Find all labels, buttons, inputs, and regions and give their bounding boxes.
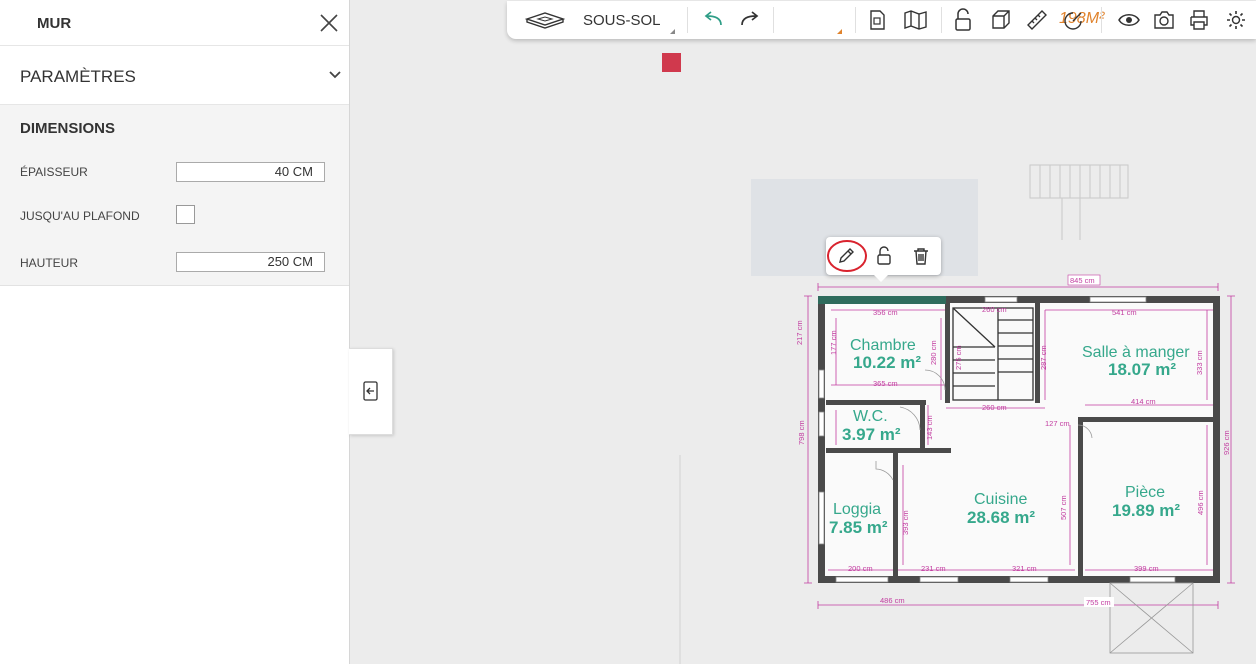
dim-260-top: 260 cm <box>982 305 1007 314</box>
room-name-chambre: Chambre <box>850 337 916 354</box>
edit-pencil-icon[interactable] <box>826 237 870 275</box>
dim-275: 275 cm <box>954 345 963 370</box>
dim-200: 200 cm <box>848 564 873 573</box>
room-area-cuisine: 28.68 m² <box>967 508 1035 527</box>
room-name-cuisine: Cuisine <box>974 491 1027 508</box>
room-name-piece: Pièce <box>1125 484 1165 501</box>
dim-143: 143 cm <box>925 415 934 440</box>
room-name-wc: W.C. <box>853 408 888 425</box>
room-area-chambre: 10.22 m² <box>853 353 921 372</box>
wall-context-menu <box>826 237 941 275</box>
unlock-icon[interactable] <box>876 246 892 266</box>
dim-127: 127 cm <box>1045 419 1070 428</box>
dim-541: 541 cm <box>1112 308 1137 317</box>
dim-333: 333 cm <box>1195 350 1204 375</box>
dim-755: 755 cm <box>1086 598 1111 607</box>
floorplan-canvas[interactable]: Chambre 10.22 m² Salle à manger 18.07 m²… <box>0 0 1256 664</box>
dim-217: 217 cm <box>795 320 804 345</box>
dim-365: 365 cm <box>873 379 898 388</box>
selected-wall[interactable] <box>818 296 946 304</box>
exterior-terrace <box>1109 582 1194 654</box>
room-area-salle-a-manger: 18.07 m² <box>1108 360 1176 379</box>
room-area-wc: 3.97 m² <box>842 425 901 444</box>
dim-231: 231 cm <box>921 564 946 573</box>
dim-507: 507 cm <box>1059 495 1068 520</box>
dim-321: 321 cm <box>1012 564 1037 573</box>
room-name-salle-a-manger: Salle à manger <box>1082 344 1190 361</box>
room-area-loggia: 7.85 m² <box>829 518 888 537</box>
trash-icon[interactable] <box>912 246 930 266</box>
dim-496: 496 cm <box>1196 490 1205 515</box>
dim-926: 926 cm <box>1222 430 1231 455</box>
dim-798: 798 cm <box>797 420 806 445</box>
dim-399: 399 cm <box>1134 564 1159 573</box>
dim-280: 280 cm <box>929 340 938 365</box>
dim-845: 845 cm <box>1070 276 1095 285</box>
room-name-loggia: Loggia <box>833 501 881 518</box>
dim-177: 177 cm <box>829 330 838 355</box>
dim-260: 260 cm <box>982 403 1007 412</box>
dim-393: 393 cm <box>901 510 910 535</box>
dim-414: 414 cm <box>1131 397 1156 406</box>
dim-356: 356 cm <box>873 308 898 317</box>
dim-486: 486 cm <box>880 596 905 605</box>
room-area-piece: 19.89 m² <box>1112 501 1180 520</box>
context-menu-pointer <box>873 274 889 282</box>
dim-287: 287 cm <box>1039 345 1048 370</box>
underlay-stairs <box>1029 164 1129 240</box>
